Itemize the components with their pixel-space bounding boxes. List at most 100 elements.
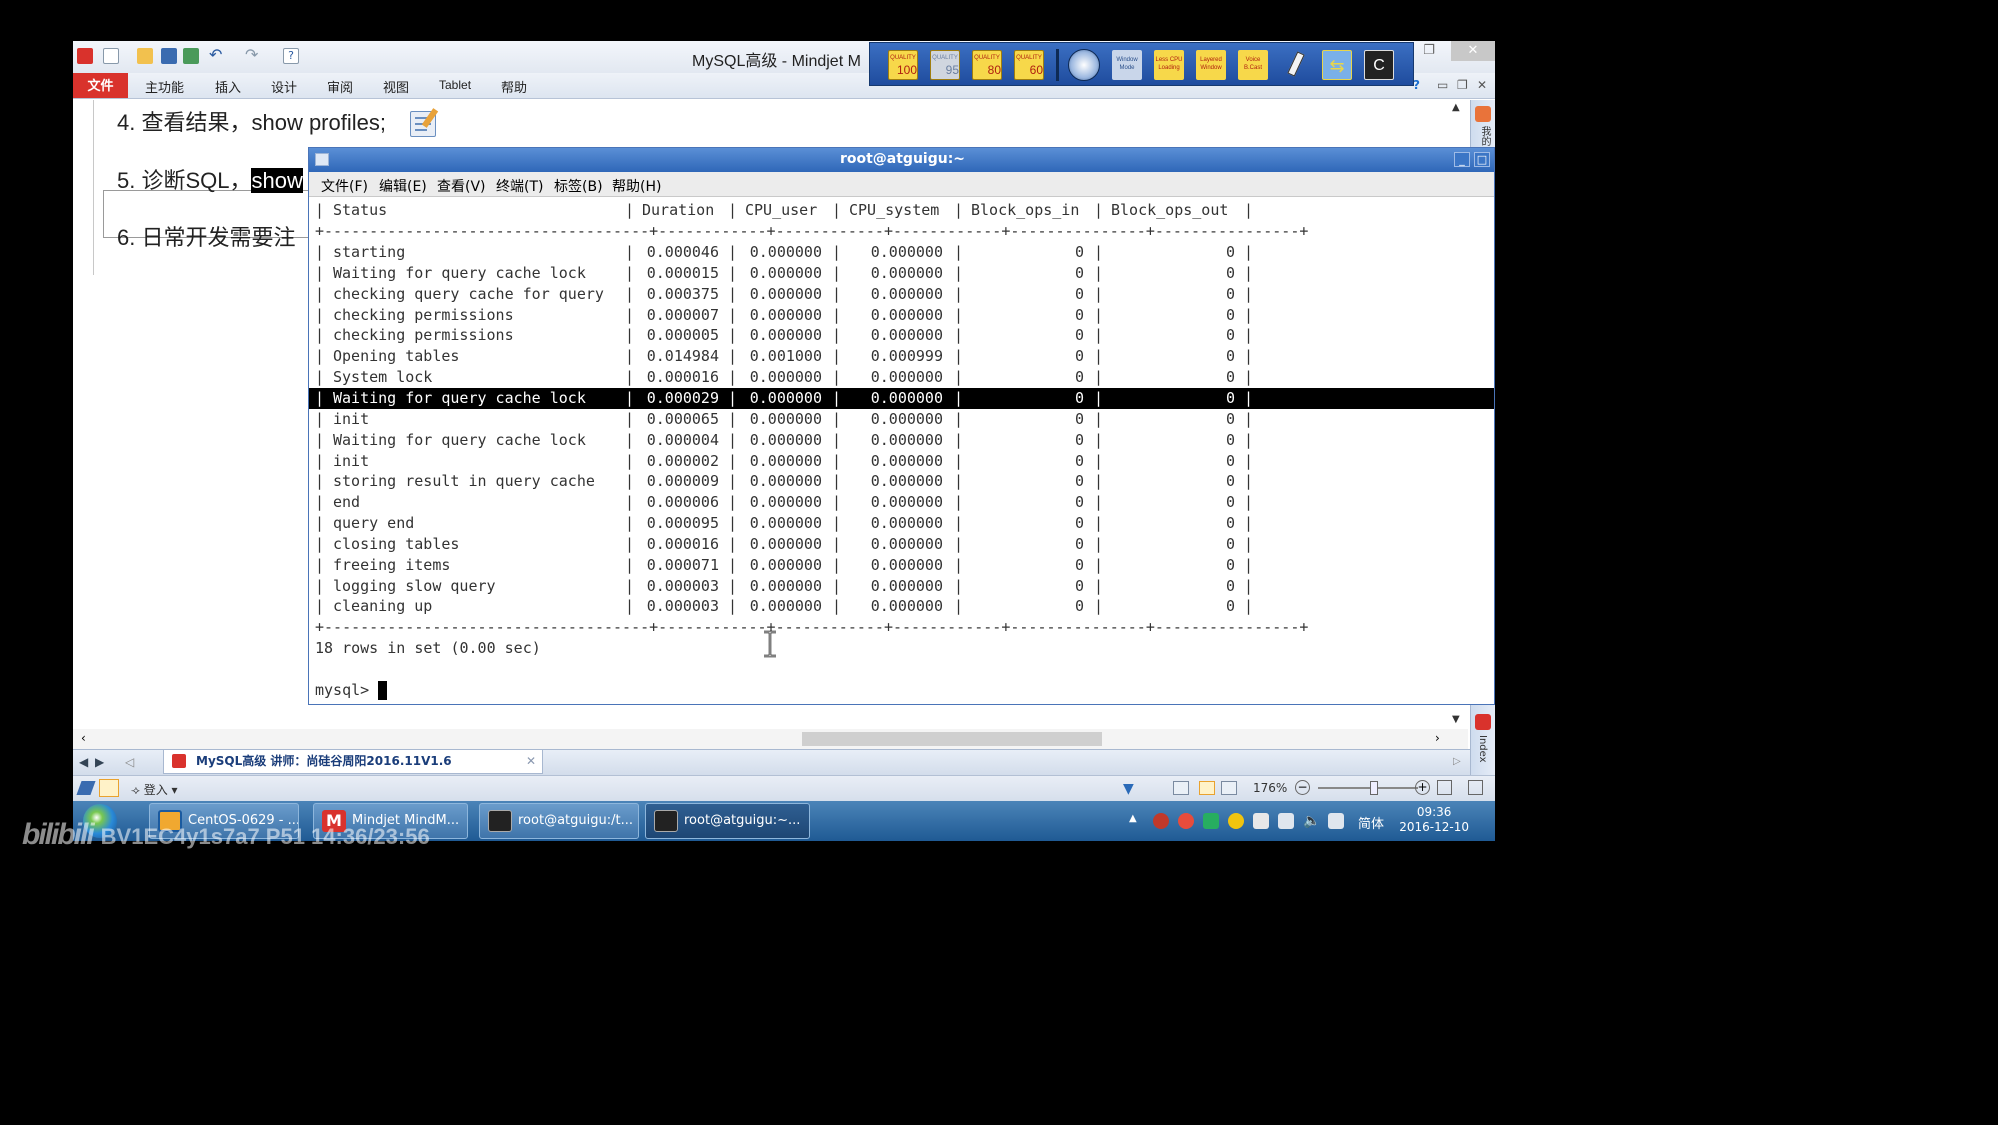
nav-back-icon[interactable]: ◀ [79, 755, 88, 769]
pen-tool-icon[interactable] [1280, 50, 1310, 80]
open-folder-icon[interactable] [137, 48, 153, 64]
terminal-maximize-icon[interactable]: □ [1474, 152, 1490, 167]
flag-icon[interactable] [1253, 813, 1269, 829]
tab-insert[interactable]: 插入 [215, 77, 241, 96]
topic-6[interactable]: 6. 日常开发需要注 [117, 220, 295, 252]
scroll-right-icon[interactable]: › [1435, 731, 1440, 745]
tray-expand-icon[interactable]: ▲ [1129, 813, 1145, 829]
redo-icon[interactable]: ↷ [245, 47, 261, 64]
note-icon[interactable] [410, 108, 439, 138]
close-icon[interactable]: ✕ [1451, 41, 1495, 61]
view-icon-1[interactable] [1199, 781, 1215, 795]
tab-file[interactable]: 文件 [73, 73, 128, 98]
publish-icon[interactable] [183, 48, 199, 64]
tab-view[interactable]: 视图 [383, 77, 409, 96]
network-icon[interactable] [1278, 813, 1294, 829]
ribbon-close-icon[interactable]: ✕ [1477, 78, 1487, 92]
side-panel-mine-icon[interactable] [1475, 106, 1491, 122]
pen-icon[interactable] [76, 781, 96, 795]
horizontal-scroll-thumb[interactable] [802, 732, 1102, 746]
cell-status: storing result in query cache [333, 472, 595, 491]
terminal-output[interactable]: | Status | Duration | CPU_user | CPU_sys… [309, 197, 1494, 704]
tab-tablet[interactable]: Tablet [439, 78, 471, 92]
topic-4[interactable]: 4. 查看结果，show profiles; [117, 105, 439, 138]
zoom-out-icon[interactable]: − [1295, 780, 1310, 795]
quality-60-button[interactable]: QUALITY 60 [1014, 50, 1044, 80]
col-cpu-user: CPU_user [745, 201, 818, 219]
task-terminal-1[interactable]: root@atguigu:/t... [479, 803, 639, 839]
quality-100-button[interactable]: QUALITY 100 [888, 50, 918, 80]
nav-next-icon[interactable]: ▷ [1453, 756, 1461, 767]
login-icon-box[interactable] [99, 779, 119, 797]
topic-4-text: show profiles; [251, 110, 386, 135]
menu-help[interactable]: 帮助(H) [612, 176, 661, 196]
help-small-icon[interactable]: ? [283, 48, 299, 64]
nav-forward-icon[interactable]: ▶ [95, 755, 104, 769]
side-label-top[interactable]: 我的 [1477, 126, 1492, 146]
doc-tab-mysql[interactable]: MySQL高级 讲师：尚硅谷周阳2016.11V1.6 ✕ [163, 750, 543, 774]
zoom-slider[interactable] [1318, 781, 1418, 795]
tab-home[interactable]: 主功能 [145, 77, 184, 96]
record-target-icon[interactable] [1068, 49, 1100, 81]
side-label-index[interactable]: Index [1477, 735, 1488, 763]
task-terminal-2[interactable]: root@atguigu:~... [645, 803, 810, 839]
voice-broadcast-button[interactable]: Voice B.Cast [1238, 50, 1268, 80]
cell-cpu-system: 0.000000 [870, 263, 943, 282]
volume-icon[interactable]: 🔈 [1303, 813, 1320, 829]
doc-tab-icon [172, 754, 186, 768]
capture-icon[interactable]: C [1364, 50, 1394, 80]
save-icon[interactable] [161, 48, 177, 64]
scroll-left-icon[interactable]: ‹ [81, 731, 86, 745]
swap-screen-icon[interactable]: ⇆ [1322, 50, 1352, 80]
menu-view[interactable]: 查看(V) [437, 176, 486, 196]
quality-80-label: QUALITY [974, 55, 1000, 61]
less-cpu-button[interactable]: Less CPU Loading [1154, 50, 1184, 80]
new-file-icon[interactable] [103, 48, 119, 64]
tray-app-icon-2[interactable] [1178, 813, 1194, 829]
cell-block-out: 0 [1225, 576, 1235, 595]
zoom-in-icon[interactable]: + [1415, 780, 1430, 795]
fit-icon[interactable] [1437, 780, 1452, 795]
mysql-prompt-line[interactable]: mysql> [315, 680, 388, 701]
topic-5[interactable]: 5. 诊断SQL，show [117, 163, 303, 195]
terminal-minimize-icon[interactable]: _ [1454, 152, 1470, 167]
tray-app-icon-3[interactable] [1203, 813, 1219, 829]
panel-toggle-icon[interactable] [1468, 780, 1483, 795]
side-panel-index-icon[interactable] [1475, 714, 1491, 730]
undo-icon[interactable]: ↶ [209, 47, 225, 64]
tab-review[interactable]: 审阅 [327, 77, 353, 96]
table-row: | | | | | | | Opening tables 0.014984 0.001000 0.0… [315, 347, 1254, 366]
tab-help[interactable]: 帮助 [501, 77, 527, 96]
tab-design[interactable]: 设计 [271, 77, 297, 96]
language-indicator[interactable]: 简体 [1358, 813, 1384, 832]
app-logo-icon[interactable] [77, 48, 93, 64]
menu-edit[interactable]: 编辑(E) [379, 176, 427, 196]
menu-terminal[interactable]: 终端(T) [496, 176, 543, 196]
ribbon-help-icon[interactable]: ? [1413, 78, 1420, 92]
ribbon-minimize-icon[interactable]: ▭ [1437, 78, 1448, 92]
zoom-slider-thumb[interactable] [1370, 781, 1378, 795]
layout-icon[interactable] [1173, 781, 1189, 795]
quality-80-button[interactable]: QUALITY 80 [972, 50, 1002, 80]
input-method-icon[interactable] [1328, 813, 1344, 829]
scroll-up-icon[interactable]: ▲ [1452, 102, 1460, 113]
tray-app-icon-1[interactable] [1153, 813, 1169, 829]
filter-icon[interactable]: ▼ [1123, 781, 1134, 797]
quality-95-button[interactable]: QUALITY 95 [930, 50, 960, 80]
login-button[interactable]: ⟢ 登入 ▾ [131, 781, 178, 798]
horizontal-scrollbar[interactable]: ‹ › [73, 729, 1468, 749]
nav-prev-icon[interactable]: ◁ [125, 755, 134, 769]
clock[interactable]: 09:36 2016-12-10 [1399, 805, 1469, 835]
menu-tabs[interactable]: 标签(B) [554, 176, 603, 196]
window-mode-button[interactable]: Window Mode [1112, 50, 1142, 80]
doc-tab-close-icon[interactable]: ✕ [526, 750, 536, 772]
menu-file[interactable]: 文件(F) [321, 176, 368, 196]
layered-window-button[interactable]: Layered Window [1196, 50, 1226, 80]
ribbon-restore-icon[interactable]: ❐ [1457, 78, 1468, 92]
scroll-down-icon[interactable]: ▼ [1452, 714, 1460, 725]
tray-app-icon-4[interactable] [1228, 813, 1244, 829]
cell-cpu-user: 0.000000 [749, 493, 822, 512]
cell-block-out: 0 [1225, 514, 1235, 533]
view-icon-2[interactable] [1221, 781, 1237, 795]
cell-cpu-system: 0.000999 [870, 347, 943, 366]
